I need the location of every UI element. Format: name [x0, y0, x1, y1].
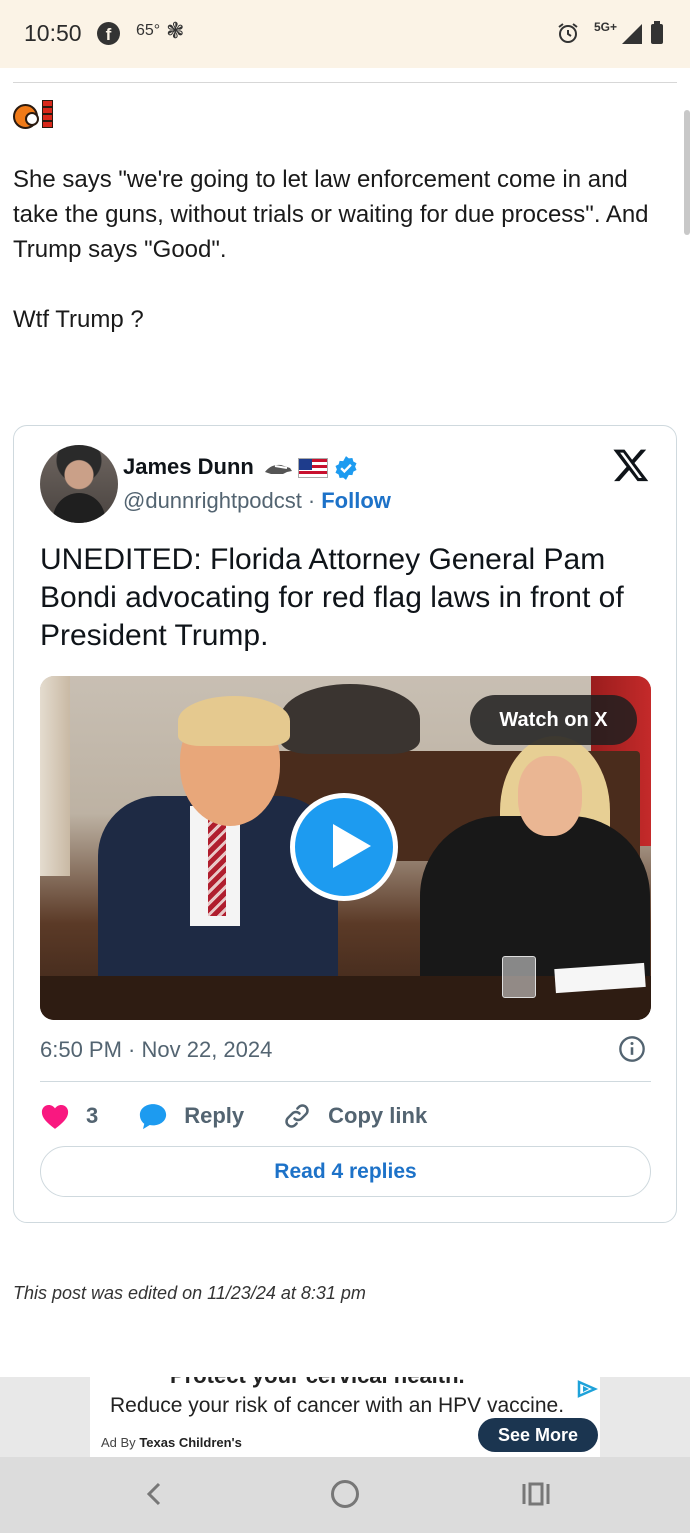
- heart-icon: [41, 1105, 69, 1129]
- ad-banner[interactable]: Protect your cervical health. Reduce you…: [90, 1377, 600, 1457]
- ad-body: Reduce your risk of cancer with an HPV v…: [110, 1394, 565, 1417]
- divider: [40, 1081, 651, 1082]
- read-replies-button[interactable]: Read 4 replies: [40, 1146, 651, 1197]
- battery-icon: [651, 21, 663, 44]
- ad-by-label: Ad By: [101, 1435, 136, 1450]
- separator: ·: [307, 488, 316, 513]
- author-name[interactable]: James Dunn: [123, 454, 254, 480]
- home-icon[interactable]: [331, 1480, 359, 1508]
- edited-note: This post was edited on 11/23/24 at 8:31…: [13, 1283, 366, 1303]
- copy-link-button[interactable]: Copy link: [282, 1101, 427, 1131]
- back-icon[interactable]: [141, 1480, 169, 1508]
- facebook-icon: f: [97, 22, 120, 45]
- scrollbar[interactable]: [684, 110, 690, 235]
- handle-row: @dunnrightpodcst · Follow: [123, 488, 391, 514]
- temperature-label: 65°: [136, 22, 161, 39]
- like-count: 3: [86, 1103, 99, 1128]
- status-bar: 10:50 f 65° ❃ 5G+: [0, 0, 690, 68]
- watch-on-x-button[interactable]: Watch on X: [470, 695, 637, 745]
- reply-button[interactable]: Reply: [138, 1102, 244, 1130]
- x-logo-icon[interactable]: [612, 446, 650, 484]
- fan-icon: ❃: [166, 18, 185, 43]
- us-flag-icon: [298, 458, 328, 478]
- post-paragraph: Wtf Trump ?: [13, 306, 144, 333]
- reply-bubble-icon: [140, 1104, 167, 1130]
- play-icon[interactable]: [290, 793, 398, 901]
- tweet-timestamp[interactable]: 6:50 PM · Nov 22, 2024: [40, 1037, 272, 1063]
- avatar[interactable]: [40, 445, 118, 523]
- author-badges: [263, 455, 359, 481]
- recent-apps-icon[interactable]: [521, 1480, 551, 1508]
- follow-button[interactable]: Follow: [321, 488, 391, 514]
- verified-badge-icon: [335, 456, 357, 480]
- info-icon[interactable]: [618, 1035, 646, 1063]
- network-label: 5G+: [594, 20, 618, 34]
- ad-headline: Protect your cervical health.: [170, 1377, 465, 1389]
- video-player[interactable]: Watch on X: [40, 676, 651, 1020]
- ad-advertiser: Texas Children's: [139, 1435, 242, 1450]
- signal-icon: [622, 24, 642, 44]
- ad-attribution: Ad By Texas Children's: [101, 1435, 242, 1450]
- copy-link-label: Copy link: [328, 1103, 428, 1128]
- adchoices-icon[interactable]: [576, 1380, 598, 1398]
- alarm-icon: [558, 23, 578, 43]
- status-time: 10:50: [24, 20, 82, 46]
- author-handle[interactable]: @dunnrightpodcst: [123, 488, 302, 514]
- post-body: She says "we're going to let law enforce…: [13, 162, 673, 337]
- tweet-actions: 3 Reply Copy link: [40, 1096, 427, 1136]
- fire-cracker-emoji-icon: [13, 100, 55, 130]
- tweet-text: UNEDITED: Florida Attorney General Pam B…: [40, 543, 624, 652]
- link-icon: [285, 1104, 309, 1128]
- badger-icon: [265, 464, 292, 474]
- see-more-button[interactable]: See More: [478, 1418, 598, 1452]
- embedded-tweet[interactable]: James Dunn @dunnrightpodcst · Follow UNE…: [13, 425, 677, 1223]
- system-nav-bar: [0, 1457, 690, 1533]
- reply-label: Reply: [184, 1103, 245, 1128]
- post-paragraph: She says "we're going to let law enforce…: [13, 166, 649, 263]
- divider: [13, 82, 677, 83]
- like-button[interactable]: 3: [40, 1102, 138, 1130]
